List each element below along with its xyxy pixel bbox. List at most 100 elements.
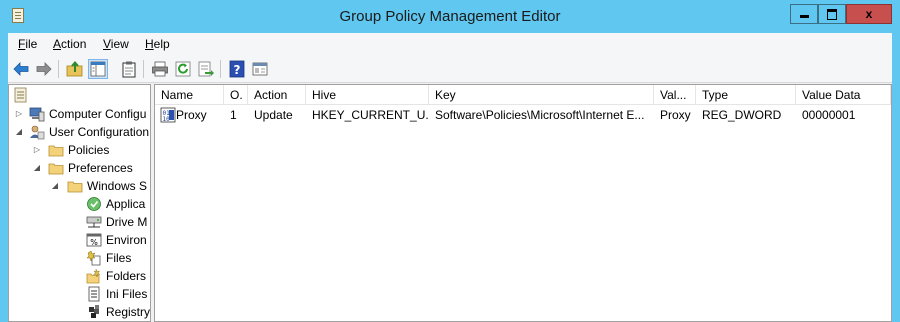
close-button[interactable]: x xyxy=(846,4,892,24)
cell-key: Software\Policies\Microsoft\Internet E..… xyxy=(435,108,645,122)
tree-item-folders[interactable]: Folders xyxy=(9,267,150,285)
tree-item-label: Windows S xyxy=(87,179,148,193)
tree-item-preferences[interactable]: ◢ Preferences xyxy=(9,159,150,177)
list-header: Name O. Action Hive Key Val... Type Valu… xyxy=(155,85,891,105)
tree-item-drive-maps[interactable]: Drive M xyxy=(9,213,150,231)
menu-help-label: elp xyxy=(153,37,170,51)
tree-item-windows-settings[interactable]: ◢ Windows S xyxy=(9,177,150,195)
tree-item-files[interactable]: Files xyxy=(9,249,150,267)
tree-item-user-configuration[interactable]: ◢ User Configuration xyxy=(9,123,150,141)
tree-pane[interactable]: ▷ Computer Configu ◢ User Configuration xyxy=(8,84,151,322)
maximize-button[interactable] xyxy=(818,4,846,24)
applications-icon xyxy=(87,197,101,211)
details-list-pane[interactable]: Name O. Action Hive Key Val... Type Valu… xyxy=(154,84,892,322)
environment-icon: % xyxy=(86,233,102,247)
menu-help-hotkey: H xyxy=(145,37,154,51)
expand-arrow-icon[interactable]: ▷ xyxy=(15,105,23,123)
files-icon xyxy=(86,250,101,266)
help-icon[interactable]: ? xyxy=(228,60,246,78)
cell-value-name: Proxy xyxy=(660,108,691,122)
toolbar-separator xyxy=(220,60,221,78)
menu-help[interactable]: Help xyxy=(145,37,170,51)
svg-text:10: 10 xyxy=(163,116,171,123)
menu-view-label: iew xyxy=(110,37,129,51)
menu-file[interactable]: File xyxy=(18,37,37,51)
menu-view[interactable]: View xyxy=(103,37,129,51)
menu-view-hotkey: V xyxy=(103,37,111,51)
menu-action[interactable]: Action xyxy=(53,37,86,51)
show-hide-tree-icon[interactable] xyxy=(88,59,108,79)
title-bar[interactable]: Group Policy Management Editor x xyxy=(0,0,900,33)
maximize-icon xyxy=(827,9,837,20)
tree-item-label: Preferences xyxy=(68,161,133,175)
column-header-order[interactable]: O. xyxy=(224,85,248,105)
tree-item-registry[interactable]: Registry xyxy=(9,303,151,321)
export-list-icon[interactable] xyxy=(197,60,215,78)
menu-action-hotkey: A xyxy=(53,37,62,51)
print-icon[interactable] xyxy=(151,60,169,78)
tree-item-label: Folders xyxy=(106,269,147,283)
cell-action: Update xyxy=(254,108,293,122)
refresh-icon[interactable] xyxy=(174,60,192,78)
collapse-arrow-icon[interactable]: ◢ xyxy=(51,177,59,195)
menu-bar: File Action View Help xyxy=(8,33,892,55)
tree-item-label: Drive M xyxy=(106,215,148,229)
column-header-hive[interactable]: Hive xyxy=(306,85,429,105)
window-title: Group Policy Management Editor xyxy=(339,8,561,25)
minimize-icon xyxy=(799,15,809,18)
menu-file-label: ile xyxy=(25,37,38,51)
tree-item-label: Registry xyxy=(106,305,151,319)
console-icon[interactable] xyxy=(251,60,269,78)
tree-item-policies[interactable]: ▷ Policies xyxy=(9,141,150,159)
cell-hive: HKEY_CURRENT_U... xyxy=(312,108,429,122)
cell-name: Proxy xyxy=(176,108,207,122)
network-drive-icon xyxy=(86,216,102,228)
toolbar: ? xyxy=(8,55,892,83)
svg-text:%: % xyxy=(90,238,98,247)
clipboard-icon[interactable] xyxy=(120,60,138,78)
column-header-type[interactable]: Type xyxy=(696,85,796,105)
menu-action-label: ction xyxy=(61,37,87,51)
minimize-button[interactable] xyxy=(790,4,818,24)
folders-icon xyxy=(86,268,101,284)
registry-icon xyxy=(89,305,99,318)
tree-item-label: Environ xyxy=(106,233,147,247)
column-header-action[interactable]: Action xyxy=(248,85,306,105)
tree-item-applications[interactable]: Applica xyxy=(9,195,150,213)
client-area: File Action View Help ? ▷ Computer Confi… xyxy=(8,33,892,322)
column-header-value-data[interactable]: Value Data xyxy=(796,85,891,105)
column-header-value-name[interactable]: Val... xyxy=(654,85,696,105)
toolbar-separator xyxy=(143,60,144,78)
cell-value-data: 00000001 xyxy=(802,108,856,122)
table-row[interactable]: 01 10 Proxy 1 Update HKEY_CURRENT_U... S… xyxy=(155,106,891,124)
collapse-arrow-icon[interactable]: ◢ xyxy=(15,123,23,141)
tree-item-label: Policies xyxy=(68,143,110,157)
policy-root-icon[interactable] xyxy=(13,87,29,103)
tree-item-label: User Configuration xyxy=(49,125,150,139)
ini-file-icon xyxy=(88,286,100,302)
forward-arrow-icon[interactable] xyxy=(35,60,53,78)
expand-arrow-icon[interactable]: ▷ xyxy=(33,141,41,159)
tree-item-ini-files[interactable]: Ini Files xyxy=(9,285,150,303)
back-arrow-icon[interactable] xyxy=(12,60,30,78)
users-icon xyxy=(30,125,45,140)
folder-icon xyxy=(48,145,64,157)
toolbar-separator xyxy=(58,60,59,78)
column-header-key[interactable]: Key xyxy=(429,85,654,105)
close-icon: x xyxy=(865,7,873,21)
tree-item-label: Computer Configu xyxy=(49,107,147,121)
computer-icon xyxy=(29,107,45,122)
collapse-arrow-icon[interactable]: ◢ xyxy=(33,159,41,177)
svg-text:?: ? xyxy=(234,63,241,77)
tree-item-label: Applica xyxy=(106,197,146,211)
app-window: Group Policy Management Editor x File Ac… xyxy=(0,0,900,322)
folder-open-icon xyxy=(67,181,83,193)
up-folder-icon[interactable] xyxy=(66,60,84,78)
tree-item-computer-configuration[interactable]: ▷ Computer Configu xyxy=(9,105,150,123)
cell-order: 1 xyxy=(230,108,237,122)
folder-open-icon xyxy=(48,163,64,175)
column-header-name[interactable]: Name xyxy=(155,85,224,105)
cell-type: REG_DWORD xyxy=(702,108,782,122)
registry-item-icon: 01 10 xyxy=(160,107,176,123)
tree-item-environment[interactable]: % Environ xyxy=(9,231,150,249)
